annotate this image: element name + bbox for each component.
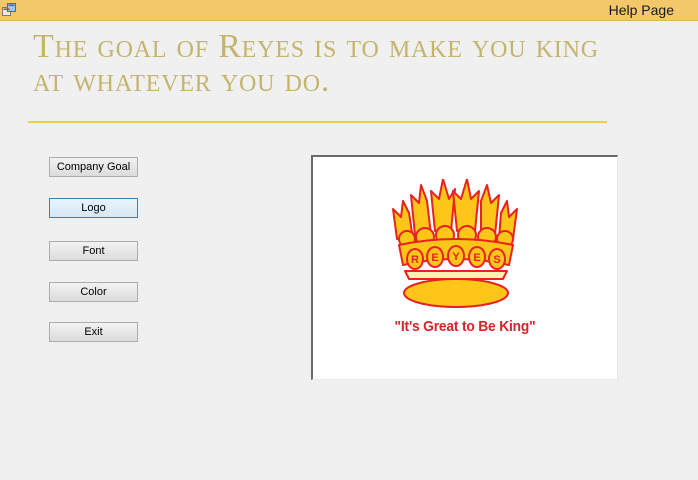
logo-picture-box: R E Y E S "It's Great to Be King"	[311, 155, 618, 380]
color-button[interactable]: Color	[49, 282, 138, 302]
title-bar[interactable]: Help Page	[0, 0, 698, 21]
app-icon[interactable]	[2, 3, 16, 16]
reyes-crown-logo-icon: R E Y E S	[392, 179, 518, 308]
svg-text:E: E	[431, 252, 438, 264]
font-button[interactable]: Font	[49, 241, 138, 261]
window-title: Help Page	[608, 2, 674, 18]
company-goal-heading: The goal of Reyes is to make you king at…	[33, 28, 599, 99]
svg-text:S: S	[493, 254, 500, 266]
heading-divider	[28, 121, 607, 123]
svg-text:Y: Y	[452, 251, 460, 263]
logo-slogan: "It's Great to Be King"	[394, 318, 536, 335]
svg-text:E: E	[473, 252, 480, 264]
svg-text:R: R	[411, 254, 419, 266]
logo-button[interactable]: Logo	[49, 198, 138, 218]
company-goal-button[interactable]: Company Goal	[49, 157, 138, 177]
exit-button[interactable]: Exit	[49, 322, 138, 342]
